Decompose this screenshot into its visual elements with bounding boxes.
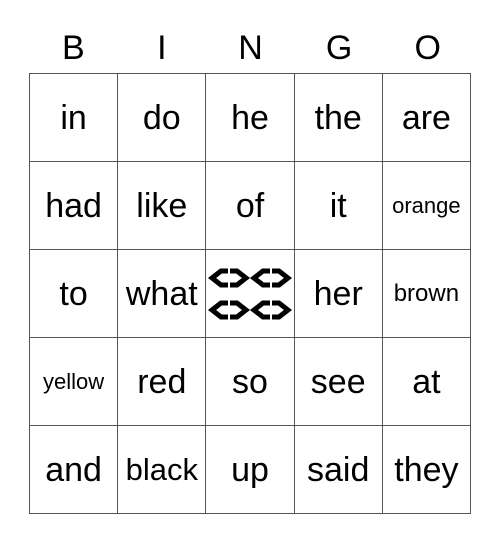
header-letter-g: G [325, 29, 353, 67]
cell-word: do [142, 98, 181, 137]
cell-word: said [307, 450, 370, 489]
cell-word: like [136, 186, 188, 225]
bingo-cell[interactable]: and [30, 426, 119, 514]
bingo-header: B I N G O [29, 26, 472, 70]
diamond-row-icon [207, 266, 292, 289]
header-letter-n: N [238, 29, 263, 67]
bingo-cell[interactable]: orange [382, 162, 471, 250]
bingo-cell[interactable]: in [30, 74, 119, 162]
cell-word: her [313, 274, 363, 313]
cell-word: of [235, 186, 265, 225]
bingo-cell[interactable]: so [206, 338, 295, 426]
cell-word: the [314, 98, 362, 137]
cell-word: so [232, 362, 268, 401]
diamond-pattern-icon [207, 266, 292, 321]
bingo-cell[interactable]: up [206, 426, 295, 514]
diamond-row-icon [207, 298, 292, 321]
cell-word: at [412, 362, 441, 401]
bingo-cell[interactable]: said [294, 426, 383, 514]
bingo-cell[interactable]: like [118, 162, 207, 250]
cell-word: see [310, 362, 366, 401]
header-letter-o: O [414, 29, 441, 67]
bingo-cell[interactable]: yellow [30, 338, 119, 426]
bingo-cell[interactable]: they [382, 426, 471, 514]
bingo-cell[interactable]: her [294, 250, 383, 338]
bingo-cell[interactable]: the [294, 74, 383, 162]
bingo-cell[interactable]: at [382, 338, 471, 426]
header-letter-i: I [157, 29, 167, 67]
cell-word: red [137, 362, 187, 401]
cell-word: what [125, 274, 198, 313]
bingo-cell[interactable]: of [206, 162, 295, 250]
cell-word: it [329, 186, 347, 225]
cell-word: he [231, 98, 269, 137]
header-letter-b: B [61, 29, 85, 67]
bingo-cell[interactable]: brown [382, 250, 471, 338]
cell-word: and [45, 450, 102, 489]
cell-word: are [401, 98, 451, 137]
bingo-cell[interactable]: it [294, 162, 383, 250]
bingo-card-grid: in do he the are had like of it orange t… [29, 73, 471, 514]
bingo-cell[interactable]: see [294, 338, 383, 426]
bingo-cell[interactable]: what [118, 250, 207, 338]
bingo-cell[interactable]: red [118, 338, 207, 426]
free-space-cell[interactable] [206, 250, 295, 338]
cell-word: had [45, 186, 102, 225]
bingo-cell[interactable]: to [30, 250, 119, 338]
cell-word: orange [392, 192, 461, 218]
cell-word: in [60, 98, 87, 137]
bingo-cell[interactable]: are [382, 74, 471, 162]
bingo-cell[interactable]: do [118, 74, 207, 162]
cell-word: to [59, 274, 88, 313]
bingo-cell[interactable]: had [30, 162, 119, 250]
cell-word: black [125, 452, 198, 487]
cell-word: up [231, 450, 269, 489]
cell-word: brown [393, 279, 460, 307]
cell-word: they [394, 450, 459, 489]
cell-word: yellow [43, 368, 105, 394]
bingo-cell[interactable]: black [118, 426, 207, 514]
bingo-cell[interactable]: he [206, 74, 295, 162]
